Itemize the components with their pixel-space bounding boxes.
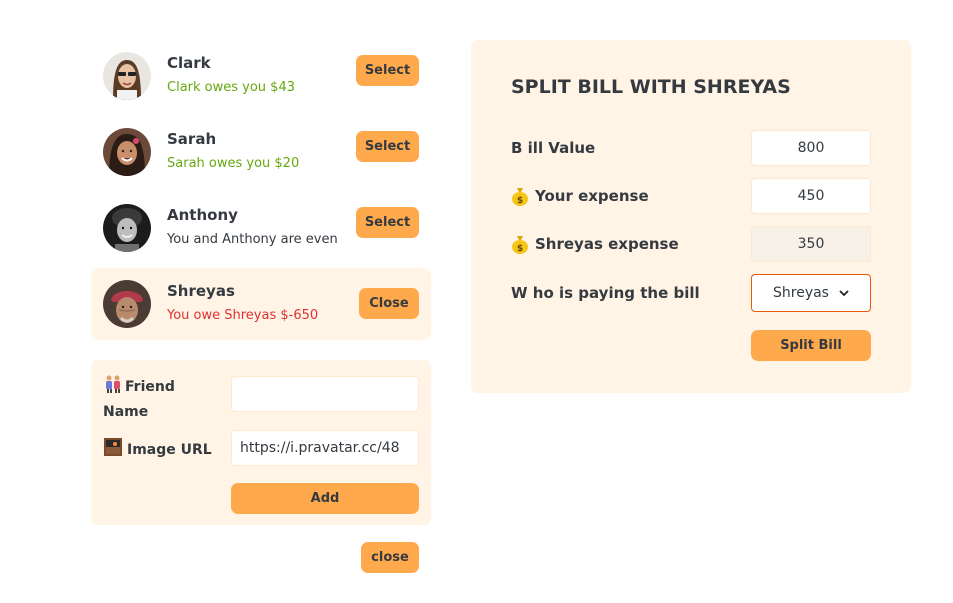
- your-expense-label-text: Your expense: [535, 187, 649, 205]
- bill-value-label-text: B ill Value: [511, 139, 596, 157]
- avatar: [103, 128, 151, 176]
- image-url-label: Image URL: [103, 437, 212, 464]
- select-button[interactable]: Select: [356, 131, 419, 162]
- friend-balance: You and Anthony are even: [167, 232, 338, 247]
- bill-value-input[interactable]: [751, 130, 871, 166]
- friend-balance: Clark owes you $43: [167, 80, 295, 95]
- money-bag-icon: $: [511, 186, 529, 206]
- friend-balance: You owe Shreyas $-650: [167, 308, 319, 323]
- friend-balance: Sarah owes you $20: [167, 156, 300, 171]
- payer-label: W ho is paying the bill: [511, 284, 700, 302]
- money-bag-icon: $: [511, 234, 529, 254]
- split-bill-button[interactable]: Split Bill: [751, 330, 871, 361]
- people-icon: [103, 374, 125, 401]
- friend-item-shreyas: Shreyas You owe Shreyas $-650 Close: [91, 268, 431, 340]
- avatar: [103, 280, 151, 328]
- image-icon: [103, 437, 127, 464]
- split-bill-title: SPLIT BILL WITH SHREYAS: [511, 76, 791, 98]
- friend-expense-label-text: Shreyas expense: [535, 235, 679, 253]
- image-url-input[interactable]: [231, 430, 419, 466]
- close-form-button[interactable]: close: [361, 542, 419, 573]
- friend-item-anthony: Anthony You and Anthony are even Select: [91, 192, 431, 264]
- avatar: [103, 204, 151, 252]
- friend-name: Shreyas: [167, 282, 235, 300]
- friend-name: Anthony: [167, 206, 238, 224]
- friend-name: Clark: [167, 54, 211, 72]
- friend-expense-label: $ Shreyas expense: [511, 234, 679, 254]
- friend-name-input[interactable]: [231, 376, 419, 412]
- select-button[interactable]: Select: [356, 55, 419, 86]
- payer-select[interactable]: Shreyas: [751, 274, 871, 312]
- add-friend-form: Friend Name Image URL Add: [91, 360, 431, 525]
- close-friend-button[interactable]: Close: [359, 288, 419, 319]
- friend-name: Sarah: [167, 130, 217, 148]
- friend-name-label: Friend Name: [103, 374, 223, 423]
- payer-selected-value: Shreyas: [773, 285, 829, 301]
- svg-text:$: $: [517, 196, 523, 206]
- bill-value-label: B ill Value: [511, 139, 595, 157]
- friend-item-sarah: Sarah Sarah owes you $20 Select: [91, 116, 431, 188]
- select-button[interactable]: Select: [356, 207, 419, 238]
- payer-label-text: W ho is paying the bill: [511, 284, 700, 302]
- image-url-label-text: Image URL: [127, 442, 212, 458]
- split-bill-form: SPLIT BILL WITH SHREYAS B ill Value $ Yo…: [471, 40, 911, 393]
- avatar: [103, 52, 151, 100]
- chevron-down-icon: [839, 285, 849, 301]
- your-expense-input[interactable]: [751, 178, 871, 214]
- friend-item-clark: Clark Clark owes you $43 Select: [91, 40, 431, 112]
- your-expense-label: $ Your expense: [511, 186, 649, 206]
- add-friend-button[interactable]: Add: [231, 483, 419, 514]
- svg-text:$: $: [517, 244, 523, 254]
- friend-expense-input: [751, 226, 871, 262]
